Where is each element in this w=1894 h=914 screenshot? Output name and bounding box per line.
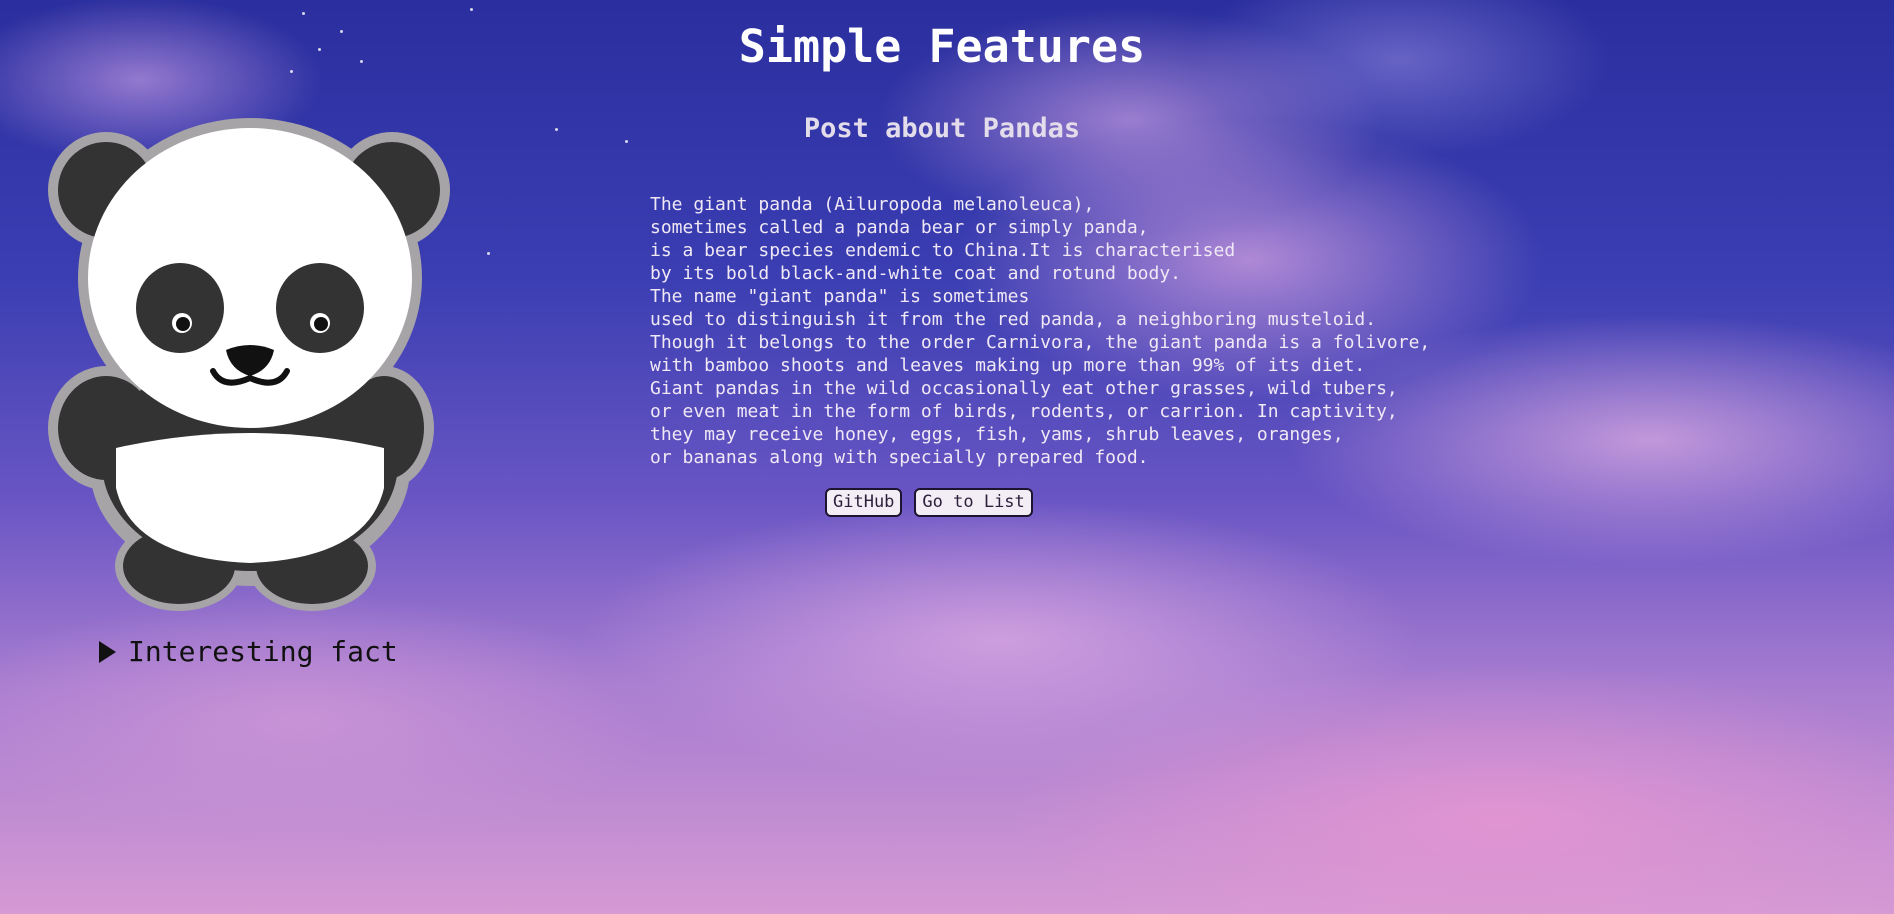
panda-icon [48,118,450,611]
interesting-fact-label: Interesting fact [128,635,398,668]
interesting-fact-summary[interactable]: Interesting fact [99,635,398,668]
star [302,12,305,15]
panda-illustration [48,118,452,613]
star [470,8,473,11]
button-row: GitHub Go to List [825,488,1033,517]
page-title: Simple Features [738,20,1146,73]
github-button[interactable]: GitHub [825,488,903,517]
post-body: The giant panda (Ailuropoda melanoleuca)… [650,194,1431,468]
triangle-right-icon [99,640,116,663]
go-to-list-button[interactable]: Go to List [914,488,1033,517]
star [487,252,490,255]
